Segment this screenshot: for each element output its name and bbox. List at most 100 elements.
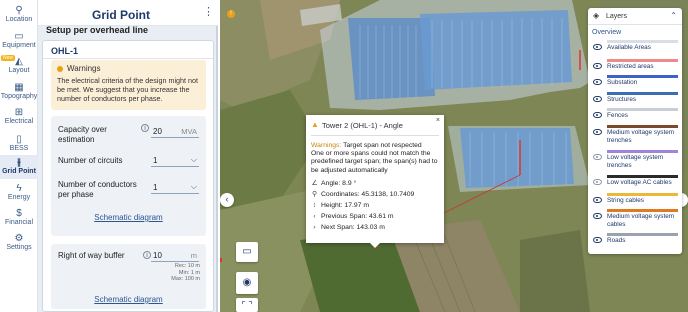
capacity-label: Capacity over estimation [58,125,107,144]
eye-icon[interactable] [593,129,602,135]
dollar-icon: $ [16,208,22,219]
row-buffer-unit: m [190,251,197,260]
close-icon[interactable]: × [436,117,440,124]
layer-color-swatch [607,75,678,78]
nav-label: Grid Point [2,168,36,175]
section-label: Setup per overhead line [46,25,149,35]
eye-icon[interactable] [593,213,602,219]
overview-tab[interactable]: Overview [592,29,621,36]
layers-header[interactable]: ◈ Layers ⌃ [588,8,682,25]
eye-icon[interactable] [593,237,602,243]
info-icon[interactable]: i [143,251,151,259]
height-row: ↕ Height: 17.97 m [311,202,369,210]
battery-icon: ▯ [16,134,22,145]
nav-label: Layout [8,67,30,74]
ruler-icon[interactable]: ▭ [236,242,258,262]
layer-color-swatch [607,209,678,212]
layer-color-swatch [607,40,678,43]
chevron-up-icon[interactable]: ⌃ [670,11,677,20]
coordinates-row: ⚲ Coordinates: 45.3138, 10.7409 [311,191,414,199]
crosshair-icon[interactable]: ◉ [236,272,258,294]
height-value: Height: 17.97 m [321,202,369,209]
nav-label: Energy [7,194,31,201]
circuits-value: 1 [153,156,158,165]
layer-name: Medium voltage system trenches [607,129,675,144]
chevron-left-icon: ‹ [313,213,316,220]
angle-value: Angle: 8.9 ° [321,180,357,187]
chevron-right-icon: › [313,224,316,231]
layer-name: Substation [607,79,638,86]
layer-name: String cables [607,197,644,204]
layer-name: Fences [607,112,628,119]
layer-color-swatch [607,92,678,95]
nav-item-financial[interactable]: $ Financial [0,208,38,227]
nav-item-settings[interactable]: ⚙ Settings [0,233,38,252]
eye-icon[interactable] [593,112,602,118]
panel-title: Grid Point [92,8,150,22]
nav-label: Financial [4,219,33,226]
layer-color-swatch [607,175,678,178]
tower-icon: ⫲ [17,157,21,168]
capacity-input[interactable]: 20 MVA [151,126,199,138]
gear-icon: ⚙ [14,233,24,244]
eye-icon[interactable] [593,79,602,85]
warning-box: Warnings The electrical criteria of the … [51,60,206,110]
layer-name: Available Areas [607,44,651,51]
row-buffer-input[interactable]: 10 m [151,250,199,262]
nav-item-equipment[interactable]: ▭ Equipment [0,31,38,50]
conductors-select[interactable]: 1 ⌵ [151,182,199,194]
eye-off-icon[interactable] [593,179,602,185]
next-span-row: › Next Span: 143.03 m [311,224,385,232]
eye-icon[interactable] [593,197,602,203]
nav-item-bess[interactable]: ▯ BESS [0,134,38,153]
nav-item-topography[interactable]: ▦ Topography [0,82,38,101]
eye-icon[interactable] [593,63,602,69]
fullscreen-icon[interactable]: ⌜ ⌝ [236,298,258,312]
kebab-menu-icon[interactable]: ⋮ [203,7,214,18]
layer-color-swatch [607,59,678,62]
layer-name: Restricted areas [607,63,654,70]
nav-item-layout[interactable]: New ◭ Layout [0,55,38,75]
topography-icon: ▦ [14,82,24,93]
buffer-settings: Right of way buffer i 10 m Rec: 10 m Min… [51,244,206,309]
pin-icon: ⚲ [312,191,317,198]
warning-icon[interactable]: ! [227,10,235,18]
chevron-left-icon[interactable]: ‹ [220,193,234,207]
main-navigation: ⚲ Location ▭ Equipment New ◭ Layout ▦ To… [0,0,38,312]
nav-item-grid-point[interactable]: ⫲ Grid Point [0,155,38,179]
layer-name: Medium voltage system cables [607,213,675,228]
panel-header: Grid Point ⋮ [38,0,218,26]
capacity-value: 20 [153,127,162,136]
nav-item-electrical[interactable]: ⊞ Electrical [0,107,38,126]
layer-color-swatch [607,150,678,153]
layer-color-swatch [607,233,678,236]
layers-panel: ◈ Layers ⌃ Overview Available Areas Restr… [588,8,682,254]
warning-icon [57,65,63,72]
electrical-icon: ⊞ [14,107,24,118]
schematic-diagram-link[interactable]: Schematic diagram [51,295,206,304]
monitor-icon: ▭ [14,31,24,42]
line-name: OHL-1 [51,46,78,56]
height-icon: ↕ [312,202,317,209]
layer-color-swatch [607,125,678,128]
circuits-select[interactable]: 1 ⌵ [151,155,199,167]
nav-item-energy[interactable]: ϟ Energy [0,183,38,202]
nav-item-location[interactable]: ⚲ Location [0,5,38,24]
eye-icon[interactable] [593,44,602,50]
conductors-label: Number of conductors per phase [58,180,137,199]
nav-label: Settings [6,244,32,251]
overhead-line-card: OHL-1 Warnings The electrical criteria o… [42,40,214,312]
eye-icon[interactable] [593,96,602,102]
next-span-value: Next Span: 143.03 m [321,224,385,231]
layer-name: Low voltage AC cables [607,179,672,186]
chevron-down-icon: ⌵ [190,155,197,164]
nav-label: BESS [9,145,29,152]
eye-off-icon[interactable] [593,154,602,160]
layer-name: Roads [607,237,626,244]
info-icon[interactable]: i [141,124,149,132]
schematic-diagram-link[interactable]: Schematic diagram [51,213,206,222]
layer-color-swatch [607,193,678,196]
electrical-settings: Capacity over estimation 20 MVA Number o… [51,116,206,236]
divider [43,58,213,59]
row-buffer-label: Right of way buffer [58,251,125,260]
